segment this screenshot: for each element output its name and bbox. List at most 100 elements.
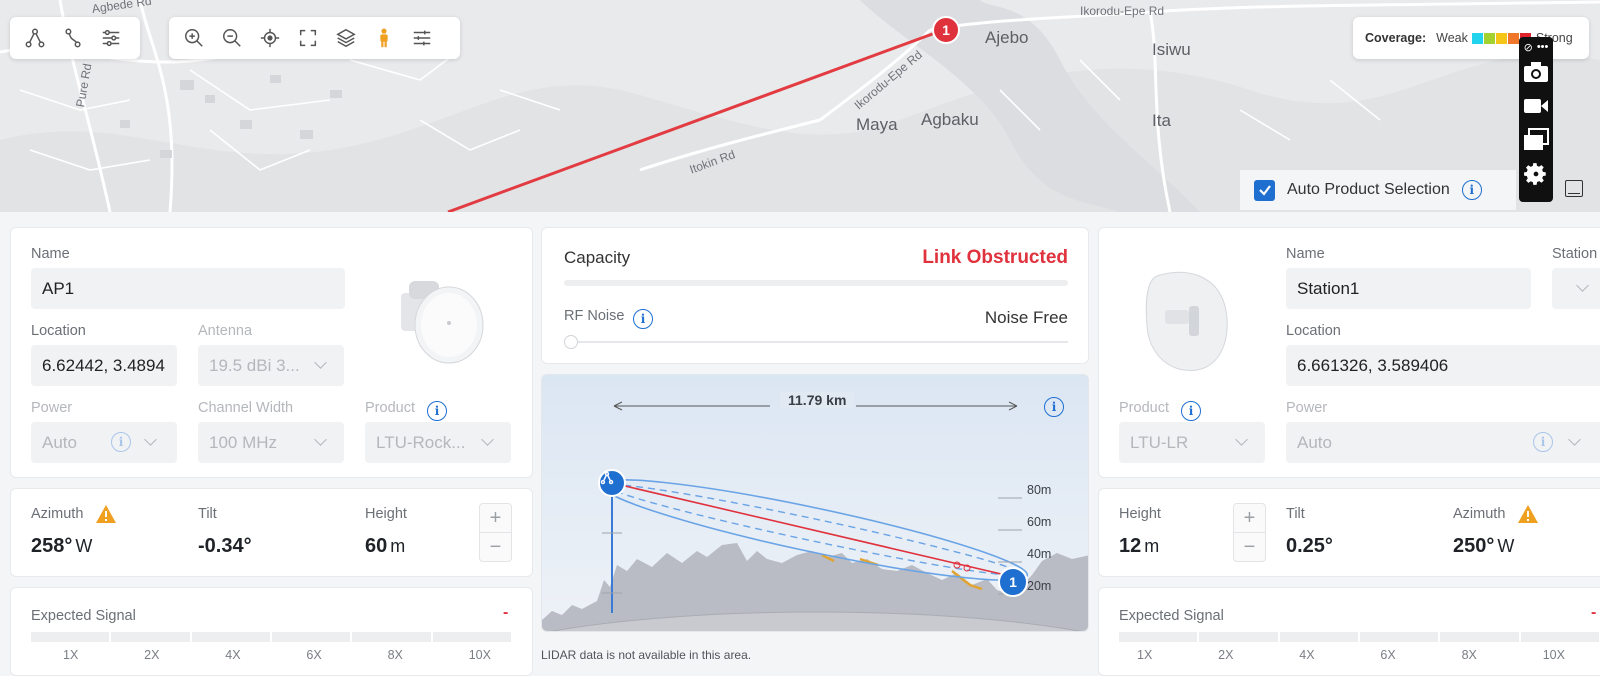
ap-name-input[interactable]: AP1: [31, 268, 345, 309]
info-icon[interactable]: i: [1533, 432, 1553, 452]
zoom-in-icon[interactable]: [175, 19, 213, 57]
ap-azimuth-label: Azimuth: [31, 506, 84, 522]
ap-azimuth-value: 258° W: [31, 535, 93, 557]
ap-expected-signal-card: Expected Signal - 1X 2X 4X 6X 8X 10X: [10, 587, 533, 676]
gear-icon[interactable]: [1519, 157, 1553, 191]
station-azimuth-value: 250° W: [1453, 535, 1515, 557]
ap-height-stepper[interactable]: + −: [479, 503, 512, 562]
auto-product-label: Auto Product Selection: [1287, 181, 1450, 198]
ap-tilt-value: -0.34°: [198, 535, 252, 557]
rf-noise-slider-handle[interactable]: [564, 335, 578, 349]
ap-power-select[interactable]: Auto: [31, 422, 177, 463]
station-type-label: Station: [1552, 246, 1598, 262]
ap-signal-bar: [31, 632, 511, 642]
capture-toolbar-header: ⊘ •••: [1524, 39, 1549, 55]
link-status: Link Obstructed: [922, 247, 1068, 268]
elevation-tick-label: 40m: [1027, 547, 1052, 561]
station-settings-card: Name Station1 Station Location 6.661326,…: [1098, 227, 1600, 478]
capacity-label: Capacity: [564, 248, 631, 267]
station-power-label: Power: [1286, 400, 1328, 416]
capture-toolbar: ⊘ •••: [1519, 37, 1553, 202]
decrement-button[interactable]: −: [480, 533, 511, 562]
station-product-label: Product: [1119, 400, 1169, 416]
increment-button[interactable]: +: [1234, 504, 1265, 533]
ap-location-input[interactable]: 6.62442, 3.4894: [31, 345, 177, 386]
warning-icon: [1518, 505, 1538, 523]
filter-icon[interactable]: [92, 19, 130, 57]
ap-profile-marker[interactable]: [598, 469, 626, 497]
info-icon[interactable]: i: [1044, 397, 1064, 417]
ap-signal-ticks: 1X 2X 4X 6X 8X 10X: [63, 648, 491, 662]
elevation-tick-label: 80m: [1027, 483, 1052, 497]
street-view-icon[interactable]: [365, 19, 403, 57]
station-type-select[interactable]: [1552, 268, 1600, 309]
locate-icon[interactable]: [251, 19, 289, 57]
increment-button[interactable]: +: [480, 504, 511, 533]
station-azimuth-label: Azimuth: [1453, 506, 1506, 522]
settings-sliders-icon[interactable]: [403, 19, 441, 57]
fullscreen-icon[interactable]: [289, 19, 327, 57]
map-road-label: Ikorodu-Epe Rd: [1080, 4, 1165, 18]
info-icon[interactable]: i: [1461, 180, 1482, 200]
station-height-stepper[interactable]: + −: [1233, 503, 1266, 562]
station-profile-marker[interactable]: 1: [998, 567, 1028, 597]
map-view-toolbar: [169, 17, 460, 59]
ap-settings-card: Name AP1 Location 6.62442, 3.4894 Antenn…: [10, 227, 533, 478]
map-tools-toolbar: [10, 17, 140, 59]
ap-expected-signal-value: -: [503, 604, 509, 621]
ap-power-label: Power: [31, 400, 73, 416]
map-place-label: Isiwu: [1152, 40, 1191, 59]
info-icon[interactable]: i: [633, 309, 653, 329]
ap-height-label: Height: [365, 506, 407, 522]
coverage-swatch: [1507, 32, 1519, 44]
zoom-out-icon[interactable]: [213, 19, 251, 57]
info-icon[interactable]: i: [427, 401, 447, 421]
layers-icon[interactable]: [327, 19, 365, 57]
station-device-image: [1137, 266, 1237, 376]
coverage-weak-label: Weak: [1436, 31, 1468, 45]
ap-tilt-label: Tilt: [198, 506, 217, 522]
map-place-label: Ita: [1152, 111, 1171, 130]
station-name-label: Name: [1286, 246, 1325, 262]
station-location-input[interactable]: 6.661326, 3.589406: [1286, 345, 1600, 386]
auto-product-selection[interactable]: Auto Product Selection i: [1240, 170, 1516, 210]
station-tilt-value: 0.25°: [1286, 535, 1333, 557]
coverage-legend: Coverage: Weak Strong: [1353, 17, 1589, 59]
link-elevation-profile[interactable]: 11.79 km i 80m 60m 40m 20m 1: [541, 374, 1089, 632]
rf-noise-track: [570, 341, 1068, 343]
ap-product-label: Product: [365, 400, 415, 416]
coverage-swatch: [1471, 32, 1483, 44]
station-tilt-label: Tilt: [1286, 506, 1305, 522]
info-icon[interactable]: i: [1181, 401, 1201, 421]
station-expected-signal-label: Expected Signal: [1119, 608, 1224, 624]
link-icon[interactable]: [54, 19, 92, 57]
network-icon: [600, 471, 614, 485]
video-camera-icon[interactable]: [1519, 89, 1553, 123]
camera-icon[interactable]: [1519, 55, 1553, 89]
map-place-label: Maya: [856, 115, 898, 134]
auto-product-checkbox[interactable]: [1254, 179, 1275, 201]
network-icon[interactable]: [16, 19, 54, 57]
link-edit-icon[interactable]: ⊘: [1524, 41, 1533, 54]
rf-noise-label: RF Noise: [564, 308, 625, 324]
decrement-button[interactable]: −: [1234, 533, 1265, 562]
map-view[interactable]: Ajebo Isiwu Maya Agbaku Ita Ikorodu-Epe …: [0, 0, 1600, 212]
ap-height-value: 60 m: [365, 535, 406, 557]
lidar-note: LIDAR data is not available in this area…: [541, 648, 752, 662]
more-icon[interactable]: •••: [1537, 41, 1549, 53]
ap-orientation-card: Azimuth 258° W Tilt -0.34° Height 60 m + −: [10, 488, 533, 577]
screens-icon[interactable]: [1519, 123, 1553, 157]
station-orientation-card: Height 12 m + − Tilt 0.25° Azimuth 250° W: [1098, 488, 1600, 577]
station-expected-signal-value: -: [1591, 604, 1597, 621]
info-icon[interactable]: i: [111, 432, 131, 452]
rf-noise-value: Noise Free: [984, 308, 1068, 327]
station-expected-signal-card: Expected Signal - 1X 2X 4X 6X 8X 10X: [1098, 587, 1600, 676]
ap-name-label: Name: [31, 246, 70, 262]
panel-toggle-icon[interactable]: [1565, 180, 1583, 197]
station-map-marker[interactable]: 1: [932, 16, 960, 44]
capacity-bar: [564, 280, 1068, 286]
ap-location-label: Location: [31, 323, 86, 339]
station-name-input[interactable]: Station1: [1286, 268, 1531, 309]
ap-expected-signal-label: Expected Signal: [31, 608, 136, 624]
coverage-swatch: [1483, 32, 1495, 44]
